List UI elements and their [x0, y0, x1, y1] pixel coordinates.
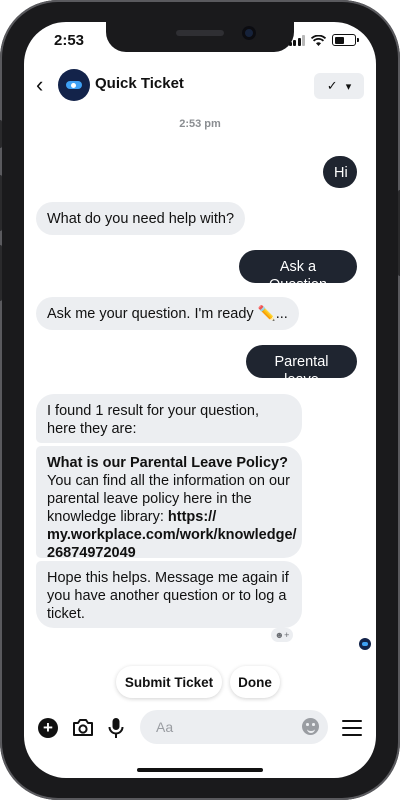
phone-frame: 2:53 ‹ Quick Ticket ✓ ▾ 2:53 pm Hi What … — [0, 0, 400, 800]
mute-switch — [0, 120, 2, 148]
bot-avatar[interactable] — [58, 69, 90, 101]
user-message[interactable]: Parental leave — [246, 345, 357, 388]
bot-knowledge-result[interactable]: What is our Parental Leave Policy? You c… — [36, 446, 302, 561]
chat-header: ‹ Quick Ticket ✓ ▾ — [24, 68, 376, 104]
status-icons — [288, 34, 359, 46]
wifi-icon — [311, 34, 326, 46]
front-camera — [242, 26, 256, 40]
home-indicator[interactable] — [137, 768, 263, 772]
speaker — [176, 30, 224, 36]
back-arrow-icon[interactable]: ‹ — [36, 74, 43, 96]
battery-icon — [332, 34, 359, 46]
message-timestamp: 2:53 pm — [179, 118, 221, 130]
microphone-icon[interactable] — [108, 717, 124, 739]
checkmark-icon: ✓ — [326, 78, 338, 93]
mark-done-dropdown[interactable]: ✓ ▾ — [314, 73, 364, 99]
bot-message[interactable]: What do you need help with? — [36, 202, 246, 235]
message-composer: + — [24, 708, 376, 748]
camera-icon[interactable] — [72, 718, 94, 737]
bot-message[interactable]: Hope this helps. Message me again if you… — [36, 561, 302, 628]
chat-title[interactable]: Quick Ticket — [95, 75, 184, 92]
status-time: 2:53 — [54, 32, 85, 49]
done-button[interactable]: Done — [230, 666, 280, 698]
bot-message[interactable]: Ask me your question. I'm ready ✏️... — [36, 297, 299, 330]
emoji-icon[interactable] — [302, 718, 319, 735]
notch — [106, 22, 294, 52]
user-message[interactable]: Ask a Question — [239, 250, 357, 293]
message-input[interactable] — [154, 718, 298, 736]
message-input-container[interactable] — [140, 710, 328, 744]
menu-icon[interactable] — [342, 720, 362, 741]
submit-ticket-button[interactable]: Submit Ticket — [116, 666, 222, 698]
bot-message[interactable]: I found 1 result for your question, here… — [36, 394, 302, 443]
cellular-signal-icon — [288, 34, 305, 46]
result-title: What is our Parental Leave Policy? — [47, 455, 288, 471]
plus-icon[interactable]: + — [38, 718, 58, 738]
user-message[interactable]: Hi — [323, 156, 357, 188]
volume-down-button — [0, 245, 2, 301]
screen: 2:53 ‹ Quick Ticket ✓ ▾ 2:53 pm Hi What … — [24, 22, 376, 778]
add-reaction-icon[interactable]: ☻+ — [271, 628, 293, 642]
seen-indicator-avatar — [359, 638, 371, 650]
volume-up-button — [0, 175, 2, 231]
chevron-down-icon: ▾ — [345, 80, 352, 93]
